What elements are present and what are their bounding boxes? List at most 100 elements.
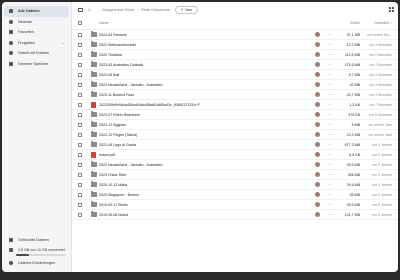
file-name[interactable]: 2019-05-08 Island (99, 213, 310, 217)
owner-avatar[interactable] (314, 72, 320, 77)
table-row[interactable]: 2022 Neuseeland - Vanuatu - Australien ··… (72, 160, 398, 170)
table-row[interactable]: 2023-08 Bali ··· 5,7 MB vor 3 Monaten (72, 70, 398, 80)
owner-avatar[interactable] (314, 182, 320, 187)
more-actions-icon[interactable]: ··· (324, 52, 334, 57)
table-row[interactable]: 2022 Thailand ··· 110,5 MB vor 2 Monaten (72, 50, 398, 60)
row-checkbox[interactable] (78, 202, 82, 207)
row-checkbox[interactable] (78, 182, 82, 187)
more-actions-icon[interactable]: ··· (324, 42, 334, 47)
owner-avatar[interactable] (314, 52, 320, 57)
select-all-checkbox[interactable] (78, 21, 82, 25)
owner-avatar[interactable] (314, 212, 320, 217)
file-name[interactable]: 2023-08 Bali (99, 73, 310, 77)
row-checkbox[interactable] (78, 92, 82, 97)
row-checkbox[interactable] (78, 122, 82, 127)
file-name[interactable]: 2023-07 Rhein-Radreisen (99, 113, 310, 117)
row-checkbox[interactable] (78, 172, 82, 177)
row-checkbox[interactable] (78, 162, 82, 167)
table-row[interactable]: 2023-07 Rhein-Radreisen ··· 370 KB vor 8 Mo… (72, 110, 398, 120)
column-header-modified[interactable]: Geändert ↓ (360, 21, 398, 25)
file-name[interactable]: Island.pdf (99, 153, 310, 157)
table-row[interactable]: 2019-09-17 Berlin ··· 29,3 MB vor 5 Jahren (72, 200, 398, 210)
storage-usage[interactable]: 2,6 GB von 10 GB verwendet (4, 245, 70, 254)
owner-avatar[interactable] (314, 82, 320, 87)
row-checkbox[interactable] (78, 142, 82, 147)
table-row[interactable]: 2023-12 Ägypten ··· 8 MB vor einem Jahr (72, 120, 398, 130)
row-checkbox[interactable] (78, 82, 82, 87)
file-name[interactable]: 2022 Weihnachtsmarkt (99, 43, 310, 47)
table-row[interactable]: 2019-05-08 Island ··· 131,7 MB vor 5 Jahren (72, 210, 398, 220)
more-actions-icon[interactable]: ··· (324, 102, 334, 107)
row-checkbox[interactable] (78, 102, 82, 107)
row-checkbox[interactable] (78, 212, 82, 217)
sidebar-item-deleted-files[interactable]: Gelöschte Dateien (4, 235, 70, 246)
chevron-down-icon[interactable]: ⌄ (62, 40, 65, 45)
sidebar-toggle-icon[interactable] (78, 7, 83, 12)
more-actions-icon[interactable]: ··· (324, 152, 334, 157)
breadcrumb-item-current[interactable]: Reise Dokumente (141, 8, 170, 12)
table-row[interactable]: 2023-03 Australien Outback ··· 175,5 MB vor… (72, 60, 398, 70)
more-actions-icon[interactable]: ··· (324, 32, 334, 37)
row-checkbox[interactable] (78, 52, 82, 57)
column-header-size[interactable]: Größe (334, 21, 360, 25)
breadcrumb-item[interactable]: Ablageordner Privat (102, 8, 134, 12)
file-name[interactable]: 2023 Neuseeland - Vanuatu - Australien (99, 83, 310, 87)
owner-avatar[interactable] (314, 152, 320, 157)
row-checkbox[interactable] (78, 32, 82, 37)
file-name[interactable]: 2020 Singapore - Borneo (99, 193, 310, 197)
table-row[interactable]: 2020 Singapore - Borneo ··· 39 MB vor 4 Jah… (72, 190, 398, 200)
more-actions-icon[interactable]: ··· (324, 182, 334, 187)
table-row[interactable]: 2021-05 Lago di Garda ··· 677,3 MB vor 3 Ja… (72, 140, 398, 150)
file-name[interactable]: 2022 Neuseeland - Vanuatu - Australien (99, 163, 310, 167)
more-actions-icon[interactable]: ··· (324, 62, 334, 67)
sidebar-item-external-storage[interactable]: Externer Speicher (4, 59, 69, 70)
row-checkbox[interactable] (78, 152, 82, 157)
more-actions-icon[interactable]: ··· (324, 192, 334, 197)
owner-avatar[interactable] (314, 122, 320, 127)
more-actions-icon[interactable]: ··· (324, 162, 334, 167)
column-header-name[interactable]: Name (99, 21, 310, 25)
file-name[interactable]: 2020-10-12 Malta (99, 183, 310, 187)
owner-avatar[interactable] (314, 202, 320, 207)
file-name[interactable]: 2023 China Tibet (99, 173, 310, 177)
owner-avatar[interactable] (314, 102, 320, 107)
row-checkbox[interactable] (78, 192, 82, 197)
owner-avatar[interactable] (314, 162, 320, 167)
more-actions-icon[interactable]: ··· (324, 92, 334, 97)
sidebar-item-favorites[interactable]: Favoriten (4, 27, 69, 38)
table-row[interactable]: 2023-11 Burkina Faso ··· 42,7 MB vor 4 Mona… (72, 90, 398, 100)
table-row[interactable]: 2020-10-12 Malta ··· 29,9 MB vor 3 Jahren (72, 180, 398, 190)
more-actions-icon[interactable]: ··· (324, 122, 334, 127)
new-button[interactable]: + Neu (174, 5, 199, 14)
owner-avatar[interactable] (314, 62, 320, 67)
more-actions-icon[interactable]: ··· (324, 72, 334, 77)
sidebar-item-shares[interactable]: Freigaben ⌄ (4, 38, 69, 49)
table-row[interactable]: 2022-12 Flügen (Tabea) ··· 23,3 MB vor eine… (72, 130, 398, 140)
sidebar-item-all-files[interactable]: Alle Dateien (4, 6, 69, 17)
file-name[interactable]: 2021-05 Lago di Garda (99, 143, 310, 147)
files-settings-button[interactable]: Dateien-Einstellungen (4, 258, 70, 268)
more-actions-icon[interactable]: ··· (324, 132, 334, 137)
file-name[interactable]: 2024-04 Schweiz (99, 33, 310, 37)
more-actions-icon[interactable]: ··· (324, 172, 334, 177)
file-name[interactable]: 2023299b0e9d4a480ed04eb4f5b6f1d6f5a43c_9… (99, 103, 310, 107)
table-row[interactable]: 2022 Weihnachtsmarkt ··· 12,2 MB vor 3 Mona… (72, 40, 398, 50)
file-name[interactable]: 2023-12 Ägypten (99, 123, 310, 127)
table-row[interactable]: 2024-04 Schweiz ··· 37,1 MB vor einem Mo... (72, 30, 398, 40)
owner-avatar[interactable] (314, 192, 320, 197)
table-row[interactable]: 2023 Neuseeland - Vanuatu - Australien ··… (72, 80, 398, 90)
owner-avatar[interactable] (314, 142, 320, 147)
row-checkbox[interactable] (78, 42, 82, 47)
table-row[interactable]: Island.pdf ··· 6,5 KB vor 3 Jahren (72, 150, 398, 160)
grid-view-toggle-icon[interactable] (389, 7, 394, 12)
file-name[interactable]: 2023-03 Australien Outback (99, 63, 310, 67)
table-row[interactable]: 2023 China Tibet ··· 306 MB vor 2 Jahren (72, 170, 398, 180)
home-icon[interactable]: ⌂ (88, 7, 91, 13)
owner-avatar[interactable] (314, 42, 320, 47)
more-actions-icon[interactable]: ··· (324, 82, 334, 87)
row-checkbox[interactable] (78, 112, 82, 117)
sidebar-item-circles[interactable]: Geteilt mit Kreisen (4, 48, 69, 59)
owner-avatar[interactable] (314, 172, 320, 177)
more-actions-icon[interactable]: ··· (324, 142, 334, 147)
sidebar-item-recent[interactable]: Neueste (4, 17, 69, 28)
